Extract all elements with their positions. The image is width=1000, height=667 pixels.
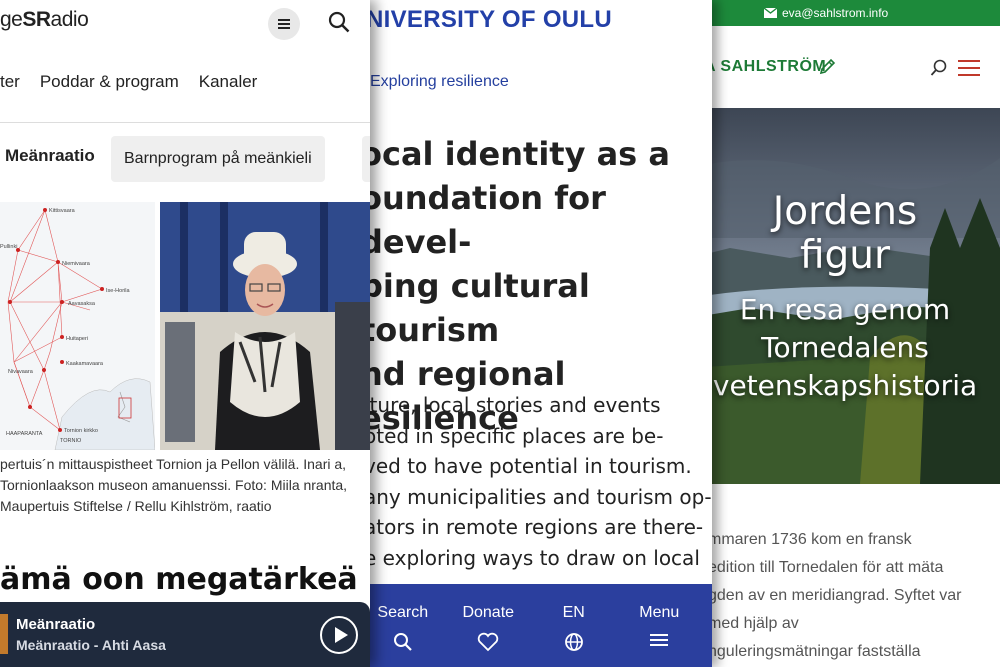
hamburger-icon [650, 634, 669, 646]
menu-button[interactable]: Menu [619, 604, 699, 648]
chip-barnprogram[interactable]: Barnprogram på meänkieli [111, 136, 325, 182]
university-logo[interactable]: NIVERSITY OF OULU [366, 6, 612, 34]
sr-logo[interactable]: geSRadio [0, 8, 89, 32]
search-icon[interactable] [930, 59, 948, 77]
map-label: Huitaperi [66, 336, 88, 342]
envelope-icon [764, 8, 777, 18]
main-navigation: ter Poddar & program Kanaler [0, 72, 277, 92]
nav-item-kanaler[interactable]: Kanaler [199, 72, 258, 92]
nav-item-poddar-program[interactable]: Poddar & program [40, 72, 179, 92]
menu-button[interactable] [268, 8, 300, 40]
site-logo[interactable]: A SAHLSTRÖM [704, 58, 826, 76]
sveriges-radio-page: geSRadio ter Poddar & program Kanaler Me… [0, 0, 370, 667]
article-body: mmaren 1736 kom en fransk edition till T… [708, 531, 962, 660]
hero-banner: Jordens figur En resa genom Tornedalens … [690, 108, 1000, 484]
sahlstrom-page: eva@sahlstrom.info A SAHLSTRÖM Jordens f… [690, 0, 1000, 667]
map-label: TORNIO [60, 438, 82, 444]
chip-meanraatio[interactable]: Meänraatio [5, 146, 95, 166]
language-button[interactable]: EN [534, 604, 614, 652]
nav-item-partial[interactable]: ter [0, 72, 20, 92]
globe-icon [564, 633, 583, 651]
article-body: lture, local stories and events oted in … [364, 393, 712, 570]
hamburger-menu-button[interactable] [958, 60, 980, 76]
email-link[interactable]: eva@sahlstrom.info [782, 6, 888, 20]
divider [0, 122, 370, 123]
map-label: Niemivaara [62, 261, 91, 267]
email-topbar: eva@sahlstrom.info [690, 0, 1000, 26]
map-label: Aavasaksa [68, 301, 96, 307]
donate-button[interactable]: Donate [448, 604, 528, 652]
measurement-map-image: Kittisvaara Pullinki Niemivaara Ise-Hori… [0, 202, 156, 451]
map-label: HAAPARANTA [6, 431, 43, 437]
bottom-navigation: Search Donate EN Menu [320, 584, 712, 667]
heart-icon [478, 632, 499, 652]
audio-player: Meänraatio Meänraatio - Ahti Aasa [0, 602, 370, 667]
player-subtitle: Meänraatio - Ahti Aasa [16, 637, 166, 653]
player-title: Meänraatio [16, 616, 96, 633]
map-label: Pullinki [0, 244, 17, 250]
hero-title: Jordens figur [772, 189, 918, 278]
map-label: Kittisvaara [49, 208, 76, 214]
play-button[interactable] [320, 616, 358, 654]
map-label: Ise-Horila [106, 288, 130, 294]
breadcrumb[interactable]: Exploring resilience [370, 73, 509, 91]
search-icon [393, 633, 412, 651]
image-caption: pertuis´n mittauspistheet Tornion ja Pel… [0, 456, 348, 514]
pencil-icon [819, 58, 836, 75]
map-label: Tornion kirkko [64, 428, 98, 434]
hero-subtitle: En resa genom Tornedalens vetenskapshist… [712, 293, 978, 402]
oulu-page: NIVERSITY OF OULU Exploring resilience o… [320, 0, 712, 667]
player-thumbnail [0, 614, 8, 654]
chip-next[interactable] [362, 136, 370, 182]
map-label: Kaakamavaara [66, 361, 104, 367]
article-headline: ämä oon megatärkeä [0, 562, 358, 597]
portrait-photo [160, 202, 370, 450]
search-button[interactable]: Search [363, 604, 443, 652]
map-label: Nivavaara [8, 369, 34, 375]
search-icon[interactable] [328, 11, 350, 33]
